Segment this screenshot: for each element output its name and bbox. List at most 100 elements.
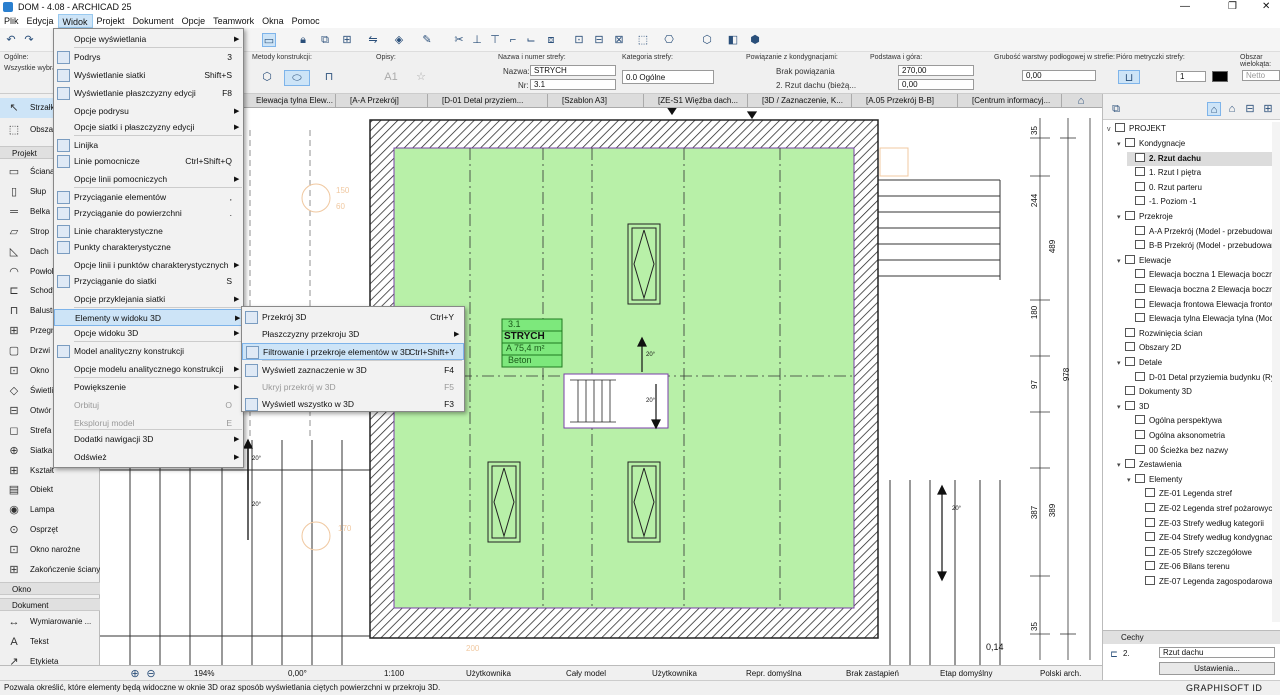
status-uzytkownika[interactable]: Użytkownika [466,666,511,681]
view-menu-item[interactable]: Podrys 3 [54,49,243,66]
view-tab[interactable]: [Centrum informacyj... [958,94,1062,108]
group-icon[interactable]: ⧉ [318,33,332,47]
status-polski-arch[interactable]: Polski arch. [1040,666,1081,681]
section-okno[interactable]: Okno [0,581,100,595]
nav-item[interactable]: ▾ 3D [1117,400,1273,414]
menu-projekt[interactable]: Projekt [93,14,129,28]
menu-teamwork[interactable]: Teamwork [209,14,258,28]
nav-item[interactable]: ZE-01 Legenda stref [1137,487,1273,501]
menu-plik[interactable]: Plik [0,14,23,28]
nav-item[interactable]: Rozwinięcia ścian [1117,327,1273,341]
view-tab[interactable]: [3D / Zaznaczenie, K... [748,94,852,108]
status-0-00[interactable]: 0,00° [288,666,307,681]
view-menu-item[interactable]: Powiększenie ▶ [54,379,243,396]
outline-field[interactable]: Netto [1242,70,1280,81]
rectangle-select-icon[interactable]: ▭ [262,33,276,47]
submenu-3d-item[interactable]: Płaszczyzny przekroju 3D ▶ [242,326,464,343]
method-auto-icon[interactable]: ⊓ [318,70,340,86]
method-polygon-icon[interactable]: ⬡ [256,70,278,86]
view-menu-item[interactable]: Opcje siatki i płaszczyzny edycji ▶ [54,119,243,136]
view-menu-item[interactable]: Dodatki nawigacji 3D ▶ [54,431,243,448]
expand-arrow-icon[interactable]: ▾ [1117,255,1125,268]
nav-item[interactable]: 0. Rzut parteru [1127,181,1273,195]
view-tab[interactable]: [A.05 Przekrój B-B] [852,94,958,108]
menu-edycja[interactable]: Edycja [23,14,58,28]
nav-item[interactable]: A-A Przekrój (Model - przebudowan [1127,225,1273,239]
tool-okno-narozne[interactable]: ⊡ Okno narożne [0,540,100,560]
status-caly-model[interactable]: Cały model [566,666,606,681]
view-menu-item[interactable]: Model analityczny konstrukcji [54,343,243,360]
tool-osprzet[interactable]: ⊙ Osprzęt [0,520,100,540]
navigator-scrollbar[interactable] [1272,122,1280,622]
minimize-icon[interactable]: — [1180,0,1190,14]
status-brak-zastapien[interactable]: Brak zastąpień [846,666,899,681]
star-icon[interactable]: ☆ [410,70,432,86]
tool-lampa[interactable]: ◉ Lampa [0,500,100,520]
view-menu-item[interactable]: Wyświetlanie siatki Shift+S [54,67,243,84]
adjust-icon[interactable]: ⊤ [488,33,502,47]
settings-button[interactable]: Ustawienia... [1159,662,1275,675]
tool-wymiarowanie[interactable]: ↔ Wymiarowanie ... [0,612,100,632]
nav-item[interactable]: ▾ Zestawienia [1117,458,1273,472]
nav-item[interactable]: Obszary 2D [1117,341,1273,355]
menu-pomoc[interactable]: Pomoc [288,14,324,28]
base-offset-field[interactable]: 0,00 [898,79,974,90]
view-menu-item[interactable]: Punkty charakterystyczne [54,239,243,256]
view-menu-item[interactable]: Linie charakterystyczne [54,223,243,240]
submenu-3d-item[interactable]: Wyświetl wszystko w 3D F3 [242,396,464,413]
view-menu-item[interactable]: Opcje przyklejania siatki ▶ [54,291,243,308]
status-repr-domyslna[interactable]: Repr. domyślna [746,666,802,681]
nav-item[interactable]: Ogólna perspektywa [1127,414,1273,428]
view-menu-item[interactable]: Linie pomocnicze Ctrl+Shift+Q [54,153,243,170]
status-etap-domyslny[interactable]: Etap domyślny [940,666,992,681]
expand-arrow-icon[interactable]: ▾ [1117,401,1125,414]
lock-icon[interactable]: 🔒︎ [296,33,310,47]
explode-icon[interactable]: ⊡ [572,33,586,47]
nav-menu-icon[interactable]: ⧉ [1109,102,1123,116]
zone-category-select[interactable]: 0.0 Ogólne [622,70,714,84]
offset-icon[interactable]: ⧈ [544,33,558,47]
split-icon[interactable]: ⊥ [470,33,484,47]
properties-name-field[interactable]: Rzut dachu [1159,647,1275,658]
nav-item[interactable]: 2. Rzut dachu [1127,151,1273,166]
tool-tekst[interactable]: A Tekst [0,632,100,652]
menu-widok[interactable]: Widok [57,14,93,28]
close-icon[interactable]: ✕ [1262,0,1270,14]
pen-icon[interactable]: ✎ [420,33,434,47]
nav-item[interactable]: ▾ Przekroje [1117,210,1273,224]
nav-item[interactable]: D-01 Detal przyziemia budynku (Rys [1127,371,1273,385]
submenu-3d-item[interactable]: Filtrowanie i przekroje elementów w 3D Ct… [242,343,464,360]
section-icon[interactable]: ⊠ [612,33,626,47]
edit-icon[interactable]: ⊟ [592,33,606,47]
3d-window-icon[interactable]: ◧ [726,33,740,47]
nav-item[interactable]: Elewacja boczna 2 Elewacja boczna [1127,283,1273,297]
menu-okna[interactable]: Okna [258,14,288,28]
project-map-icon[interactable]: ⌂ [1207,102,1221,116]
view-menu-item[interactable]: Opcje linii pomocniczych ▶ [54,171,243,188]
layer-icon[interactable]: ◈ [392,33,406,47]
view-map-icon[interactable]: ⌂ [1225,102,1239,116]
expand-arrow-icon[interactable]: ▾ [1117,138,1125,151]
view-menu-item[interactable]: Przyciąganie elementów, [54,189,243,206]
nav-item[interactable]: Elewacja tylna Elewacja tylna (Mode [1127,312,1273,326]
publisher-icon[interactable]: ⊞ [1261,102,1275,116]
status-1-100[interactable]: 1:100 [384,666,404,681]
nav-item[interactable]: ZE-03 Strefy według kategorii [1137,517,1273,531]
expand-arrow-icon[interactable]: ▾ [1117,357,1125,370]
tool-zakonczenie-sciany[interactable]: ⊞ Zakończenie ściany [0,560,100,580]
nav-item[interactable]: ▾ Detale [1117,356,1273,370]
nav-item[interactable]: ▾ Kondygnacje [1117,137,1273,151]
nav-item[interactable]: -1. Poziom -1 [1127,195,1273,209]
nav-item[interactable]: ▾ Elementy [1127,473,1273,487]
camera-icon[interactable]: ⎔ [662,33,676,47]
expand-arrow-icon[interactable]: ▾ [1127,474,1135,487]
nav-item[interactable]: Ogólna aksonometria [1127,429,1273,443]
teamwork-icon[interactable]: ⬡ [700,33,714,47]
link-value-2[interactable]: 2. Rzut dachu (bieżą... [776,81,856,90]
pen-color-swatch[interactable] [1212,71,1228,82]
view-menu-item[interactable]: Przyciąganie do siatki S [54,273,243,290]
nav-item[interactable]: 00 Ścieżka bez nazwy [1127,444,1273,458]
view-tab[interactable]: [D-01 Detal przyziem... [428,94,548,108]
nav-item[interactable]: ZE-05 Strefy szczegółowe [1137,546,1273,560]
view-menu-item[interactable]: Opcje linii i punktów charakterystycznyc… [54,257,243,274]
